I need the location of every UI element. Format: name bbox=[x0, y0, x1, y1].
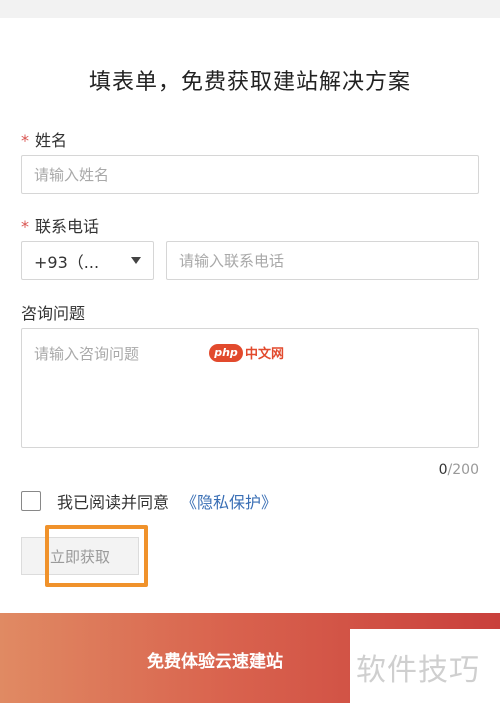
name-label: * 姓名 bbox=[21, 127, 67, 151]
counter-max: /200 bbox=[447, 462, 479, 478]
counter-current: 0 bbox=[438, 462, 448, 478]
name-label-text: 姓名 bbox=[35, 131, 68, 150]
top-strip bbox=[0, 0, 500, 18]
phone-label-text: 联系电话 bbox=[35, 217, 100, 236]
country-code-value: +93（... bbox=[34, 252, 100, 272]
php-logo-site: 中文网 bbox=[245, 347, 285, 362]
country-code-select[interactable]: +93（... bbox=[21, 241, 154, 280]
phone-input[interactable] bbox=[166, 241, 479, 280]
agreement-checkbox[interactable] bbox=[21, 491, 41, 511]
agreement-row: 我已阅读并同意 《隐私保护》 bbox=[21, 489, 277, 513]
character-counter: 0/200 bbox=[439, 462, 479, 478]
caret-down-icon bbox=[131, 257, 141, 264]
submit-button[interactable]: 立即获取 bbox=[21, 537, 139, 575]
privacy-policy-link[interactable]: 《隐私保护》 bbox=[181, 489, 277, 513]
agreement-text: 我已阅读并同意 bbox=[57, 493, 170, 512]
page: 填表单，免费获取建站解决方案 * 姓名 * 联系电话 +93（... 咨询问题 ph… bbox=[0, 0, 500, 703]
phone-label: * 联系电话 bbox=[21, 213, 99, 237]
php-watermark-logo: php 中文网 bbox=[209, 343, 284, 362]
required-mark: * bbox=[21, 131, 29, 150]
name-input[interactable] bbox=[21, 155, 479, 194]
form-title: 填表单，免费获取建站解决方案 bbox=[88, 70, 411, 95]
php-logo-badge: php bbox=[209, 343, 243, 362]
required-mark: * bbox=[21, 217, 29, 236]
corner-watermark-text: 软件技巧 bbox=[356, 653, 480, 688]
question-label: 咨询问题 bbox=[21, 304, 86, 323]
